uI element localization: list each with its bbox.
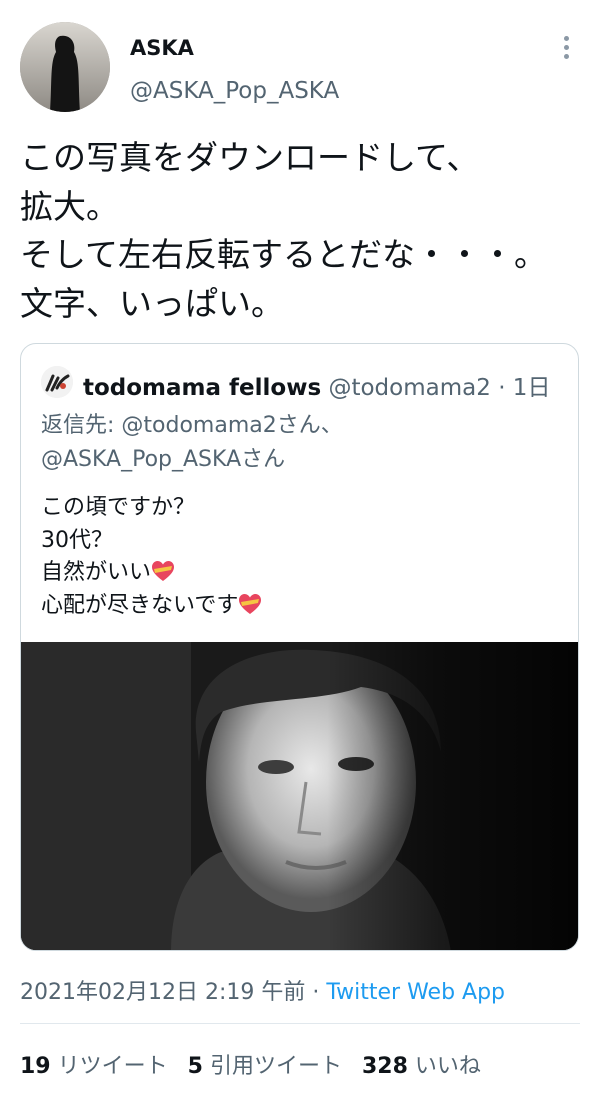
quoted-time: · 1日 [498, 375, 551, 401]
reply-context: 返信先: @todomama2さん、 @ASKA_Pop_ASKAさん [41, 409, 343, 477]
tweet-meta: 2021年02月12日 2:19 午前 · Twitter Web App [20, 974, 505, 1006]
author-handle[interactable]: @ASKA_Pop_ASKA [130, 78, 339, 104]
quoted-display-name[interactable]: todomama fellows [83, 375, 321, 401]
tweet-line: 拡大。 [20, 186, 119, 226]
tweet-line: 文字、いっぱい。 [20, 283, 284, 323]
author-display-name[interactable]: ASKA [130, 36, 194, 60]
quoted-line: 心配が尽きないです [41, 592, 239, 618]
engagement-stats: 19 リツイート 5 引用ツイート 328 いいね [20, 1048, 481, 1080]
reply-mention[interactable]: @todomama2さん、 [121, 413, 342, 438]
quoted-tweet-card[interactable]: todomama fellows @todomama2 · 1日 返信先: @t… [20, 343, 579, 951]
heart-ribbon-icon [152, 561, 175, 581]
meta-separator: · [305, 980, 327, 1005]
timestamp[interactable]: 2021年02月12日 2:19 午前 [20, 980, 305, 1005]
quotes-count: 5 [187, 1054, 203, 1079]
quoted-header: todomama fellows @todomama2 · 1日 [83, 368, 550, 402]
tweet-line: そして左右反転するとだな・・・。 [20, 235, 548, 274]
quoted-text: この頃ですか？ 30代？ 自然がいい 心配が尽きないです [41, 492, 262, 622]
quoted-line: 30代？ [41, 527, 113, 553]
quoted-handle[interactable]: @todomama2 [328, 375, 490, 401]
avatar-logo-icon [41, 366, 73, 398]
author-avatar[interactable] [20, 22, 110, 112]
retweets-stat[interactable]: 19 リツイート [20, 1054, 168, 1079]
profile-photo [20, 22, 110, 112]
retweets-count: 19 [20, 1054, 51, 1079]
quoted-author-avatar [41, 366, 73, 398]
heart-ribbon-icon [239, 593, 262, 614]
portrait-photo [21, 642, 578, 950]
tweet-line: この写真をダウンロードして、 [20, 138, 480, 177]
likes-count: 328 [361, 1054, 408, 1079]
source-app-link[interactable]: Twitter Web App [326, 980, 505, 1005]
reply-mention[interactable]: @ASKA_Pop_ASKAさん [41, 447, 285, 472]
likes-stat[interactable]: 328 いいね [362, 1054, 481, 1079]
tweet-text: この写真をダウンロードして、 拡大。 そして左右反転するとだな・・・。 文字、い… [20, 134, 590, 328]
quoted-line: 自然がいい [41, 560, 152, 585]
quoted-photo[interactable] [21, 642, 578, 950]
reply-label: 返信先: [41, 413, 122, 438]
quoted-line: この頃ですか？ [41, 495, 196, 520]
quotes-stat[interactable]: 5 引用ツイート [188, 1054, 342, 1079]
likes-label: いいね [414, 1054, 481, 1079]
quotes-label: 引用ツイート [209, 1054, 342, 1079]
retweets-label: リツイート [57, 1054, 168, 1079]
more-options-icon[interactable] [556, 36, 576, 62]
divider [20, 1023, 580, 1024]
